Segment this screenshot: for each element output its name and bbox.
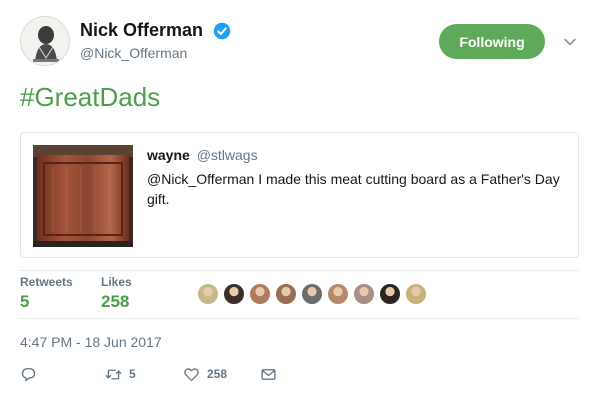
envelope-icon xyxy=(261,368,276,380)
author-block: Nick Offerman @Nick_Offerman xyxy=(80,20,231,61)
liker-avatar[interactable] xyxy=(404,282,428,306)
retweet-icon xyxy=(105,369,122,379)
like-count: 258 xyxy=(207,367,228,381)
retweets-label: Retweets xyxy=(20,275,73,289)
engraved-portrait-icon xyxy=(21,17,69,65)
quoted-tweet-card[interactable]: wayne @stlwags @Nick_Offerman I made thi… xyxy=(20,132,579,258)
liker-avatar[interactable] xyxy=(274,282,298,306)
divider-top xyxy=(20,270,579,271)
heart-icon xyxy=(184,367,199,381)
retweet-count: 5 xyxy=(129,367,136,381)
liker-avatar[interactable] xyxy=(196,282,220,306)
likes-label: Likes xyxy=(101,275,132,289)
divider-bottom xyxy=(20,318,579,319)
quoted-tweet-text: @Nick_Offerman I made this meat cutting … xyxy=(147,171,560,207)
direct-message-button[interactable] xyxy=(260,364,277,384)
likes-count: 258 xyxy=(101,292,130,311)
likes-stat[interactable]: Likes 258 xyxy=(101,275,132,312)
liker-avatar[interactable] xyxy=(300,282,324,306)
author-handle[interactable]: @Nick_Offerman xyxy=(80,45,231,61)
avatar[interactable] xyxy=(20,16,70,66)
tweet-hashtag-link[interactable]: #GreatDads xyxy=(20,82,160,113)
chevron-down-icon[interactable] xyxy=(562,34,578,50)
retweets-stat[interactable]: Retweets 5 xyxy=(20,275,73,312)
quoted-tweet-photo[interactable] xyxy=(33,145,133,247)
reply-button[interactable] xyxy=(20,364,37,384)
liker-avatar[interactable] xyxy=(378,282,402,306)
cutting-board-photo-icon xyxy=(33,145,133,247)
liker-avatar[interactable] xyxy=(326,282,350,306)
liker-avatar[interactable] xyxy=(248,282,272,306)
retweet-button[interactable]: 5 xyxy=(105,364,136,384)
retweets-count: 5 xyxy=(20,292,30,311)
verified-badge-icon xyxy=(213,22,230,39)
author-display-name[interactable]: Nick Offerman xyxy=(80,20,203,41)
liker-avatar[interactable] xyxy=(352,282,376,306)
liker-avatar[interactable] xyxy=(222,282,246,306)
reply-icon xyxy=(21,367,36,381)
quoted-author-name[interactable]: wayne xyxy=(147,147,190,163)
like-button[interactable]: 258 xyxy=(183,364,227,384)
tweet-timestamp[interactable]: 4:47 PM - 18 Jun 2017 xyxy=(20,334,162,350)
following-button[interactable]: Following xyxy=(439,24,545,59)
quoted-author-handle[interactable]: @stlwags xyxy=(197,147,258,163)
